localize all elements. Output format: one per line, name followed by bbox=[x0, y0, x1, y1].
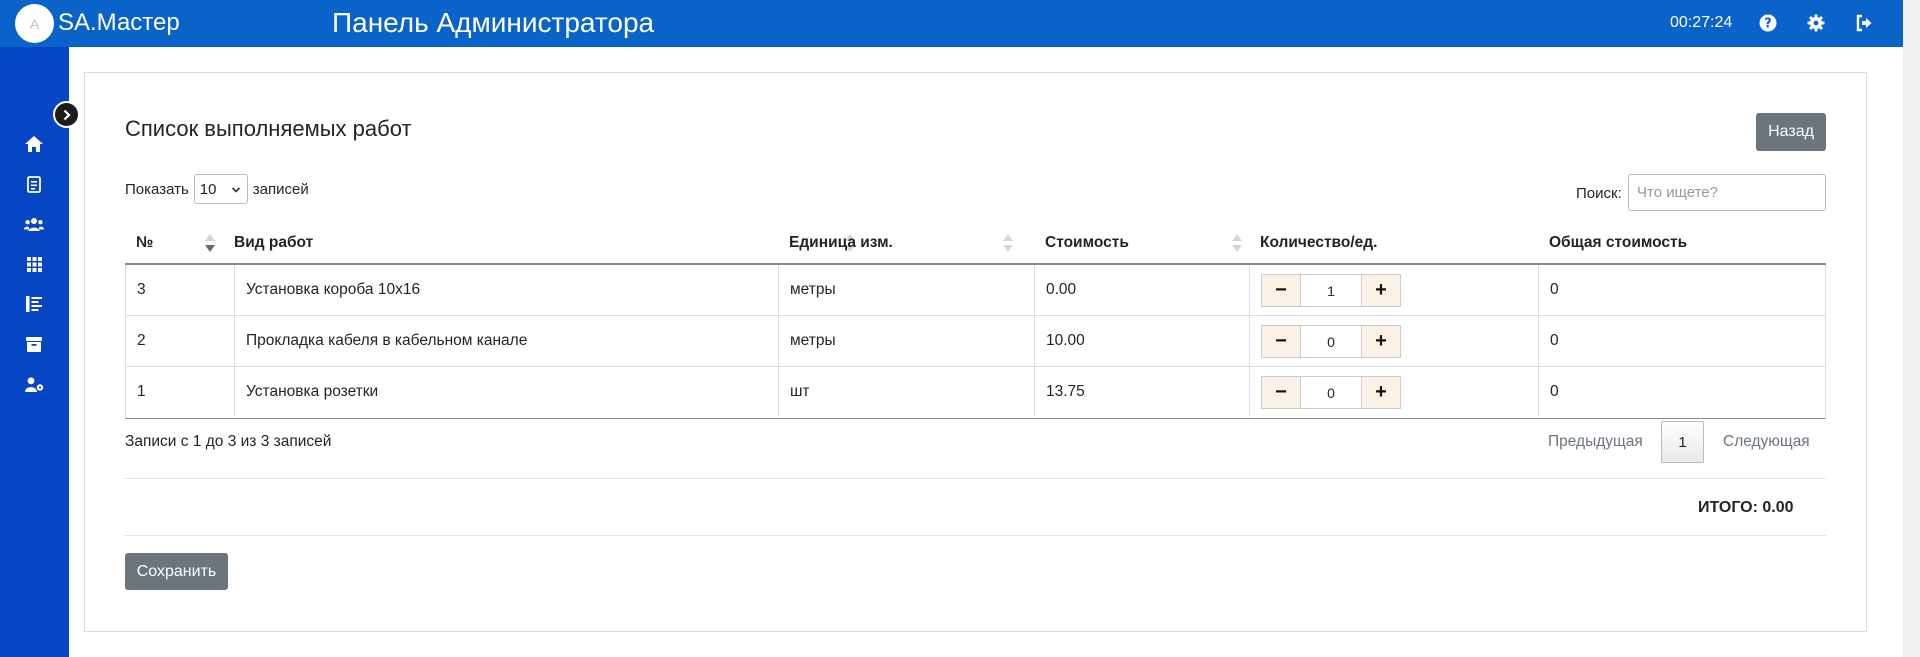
pagination-next[interactable]: Следующая bbox=[1723, 421, 1810, 463]
page-length-value: 10 bbox=[199, 180, 217, 198]
quantity-input[interactable]: 0 bbox=[1301, 325, 1361, 358]
users-icon[interactable] bbox=[24, 214, 44, 234]
column-header-unit[interactable]: Единица изм. bbox=[778, 223, 1033, 263]
svg-text:?: ? bbox=[1764, 17, 1772, 32]
table-info: Записи с 1 до 3 из 3 записей bbox=[125, 433, 332, 450]
cell-total: 0 bbox=[1550, 281, 1559, 298]
logout-icon[interactable] bbox=[1854, 13, 1874, 33]
decrement-button[interactable]: − bbox=[1261, 274, 1301, 307]
cell-number: 3 bbox=[126, 265, 235, 315]
pagination-previous[interactable]: Предыдущая bbox=[1548, 421, 1643, 463]
quantity-stepper: − 1 + bbox=[1261, 274, 1401, 307]
search-input[interactable]: Что ищете? bbox=[1628, 174, 1826, 211]
column-header-label: № bbox=[136, 234, 154, 251]
works-card: Список выполняемых работ Назад Показать … bbox=[84, 72, 1867, 632]
cell-unit: метры bbox=[779, 265, 1035, 315]
table-row: 3 Установка короба 10x16 метры 0.00 0 − … bbox=[126, 265, 1825, 316]
cell-unit: шт bbox=[779, 367, 1035, 417]
column-header-label: Стоимость bbox=[1045, 234, 1129, 251]
page-length-select[interactable]: 10 bbox=[193, 174, 248, 204]
avatar[interactable]: A bbox=[15, 4, 54, 43]
length-suffix-label: записей bbox=[252, 180, 309, 198]
card-title: Список выполняемых работ bbox=[125, 116, 412, 141]
cell-cost: 0.00 bbox=[1035, 265, 1250, 315]
table-row: 2 Прокладка кабеля в кабельном канале ме… bbox=[126, 316, 1825, 367]
cell-total: 0 bbox=[1550, 383, 1559, 400]
user-settings-icon[interactable] bbox=[24, 374, 44, 394]
sort-icon bbox=[1003, 234, 1013, 254]
cell-number: 1 bbox=[126, 367, 235, 417]
decrement-button[interactable]: − bbox=[1261, 376, 1301, 409]
grid-icon[interactable] bbox=[24, 254, 44, 274]
column-header-label: Вид работ bbox=[234, 234, 314, 251]
column-header-label: Общая стоимость bbox=[1549, 234, 1688, 251]
cell-unit: метры bbox=[779, 316, 1035, 366]
cell-work: Установка короба 10x16 bbox=[235, 265, 779, 315]
avatar-letter: A bbox=[29, 15, 40, 32]
table-header: № Вид работ Единица изм. Стоимость Колич… bbox=[125, 223, 1826, 265]
page-length-control: Показать 10 записей bbox=[125, 174, 309, 204]
column-header-number[interactable]: № bbox=[125, 223, 234, 263]
table-row: 1 Установка розетки шт 13.75 0 − 0 + bbox=[126, 367, 1825, 418]
page-title: Панель Администратора bbox=[332, 7, 655, 38]
help-icon[interactable]: ? bbox=[1758, 13, 1778, 33]
document-icon[interactable] bbox=[24, 174, 44, 194]
quantity-input[interactable]: 0 bbox=[1301, 376, 1361, 409]
grand-total: ИТОГО: 0.00 bbox=[1698, 499, 1794, 516]
decrement-button[interactable]: − bbox=[1261, 325, 1301, 358]
home-icon[interactable] bbox=[24, 134, 44, 154]
search-placeholder: Что ищете? bbox=[1637, 184, 1718, 201]
cell-work: Прокладка кабеля в кабельном канале bbox=[235, 316, 779, 366]
length-prefix-label: Показать bbox=[125, 180, 189, 198]
chevron-right-icon bbox=[62, 109, 72, 121]
sidebar bbox=[0, 47, 69, 657]
column-header-quantity: Количество/ед. bbox=[1249, 223, 1539, 263]
pagination-page-1[interactable]: 1 bbox=[1661, 421, 1704, 463]
quantity-stepper: − 0 + bbox=[1261, 376, 1401, 409]
divider bbox=[125, 478, 1826, 479]
save-button[interactable]: Сохранить bbox=[125, 553, 228, 590]
cell-cost: 13.75 bbox=[1035, 367, 1250, 417]
cell-work: Установка розетки bbox=[235, 367, 779, 417]
back-button[interactable]: Назад bbox=[1756, 113, 1826, 151]
top-bar: A SA.Мастер Панель Администратора 00:27:… bbox=[0, 0, 1920, 47]
settings-gear-icon[interactable] bbox=[1806, 13, 1826, 33]
divider bbox=[125, 535, 1826, 536]
sort-icon bbox=[1232, 234, 1242, 254]
column-header-cost[interactable]: Стоимость bbox=[1034, 223, 1249, 263]
cell-total: 0 bbox=[1550, 332, 1559, 349]
sort-desc-icon bbox=[205, 234, 215, 254]
column-header-label: Единица изм. bbox=[789, 234, 893, 251]
page-scrollbar[interactable] bbox=[1903, 0, 1920, 657]
cell-number: 2 bbox=[126, 316, 235, 366]
column-header-label: Количество/ед. bbox=[1260, 234, 1378, 251]
sidebar-toggle-button[interactable] bbox=[53, 101, 80, 128]
brand-name[interactable]: SA.Мастер bbox=[58, 9, 180, 37]
column-header-total: Общая стоимость bbox=[1538, 223, 1826, 263]
archive-icon[interactable] bbox=[24, 334, 44, 354]
list-icon[interactable] bbox=[24, 294, 44, 314]
quantity-input[interactable]: 1 bbox=[1301, 274, 1361, 307]
increment-button[interactable]: + bbox=[1361, 274, 1401, 307]
quantity-stepper: − 0 + bbox=[1261, 325, 1401, 358]
increment-button[interactable]: + bbox=[1361, 325, 1401, 358]
chevron-down-icon bbox=[231, 182, 241, 199]
search-label: Поиск: bbox=[1576, 185, 1622, 202]
clock: 00:27:24 bbox=[1670, 14, 1733, 31]
works-table-body: 3 Установка короба 10x16 метры 0.00 0 − … bbox=[125, 265, 1826, 419]
increment-button[interactable]: + bbox=[1361, 376, 1401, 409]
cell-cost: 10.00 bbox=[1035, 316, 1250, 366]
